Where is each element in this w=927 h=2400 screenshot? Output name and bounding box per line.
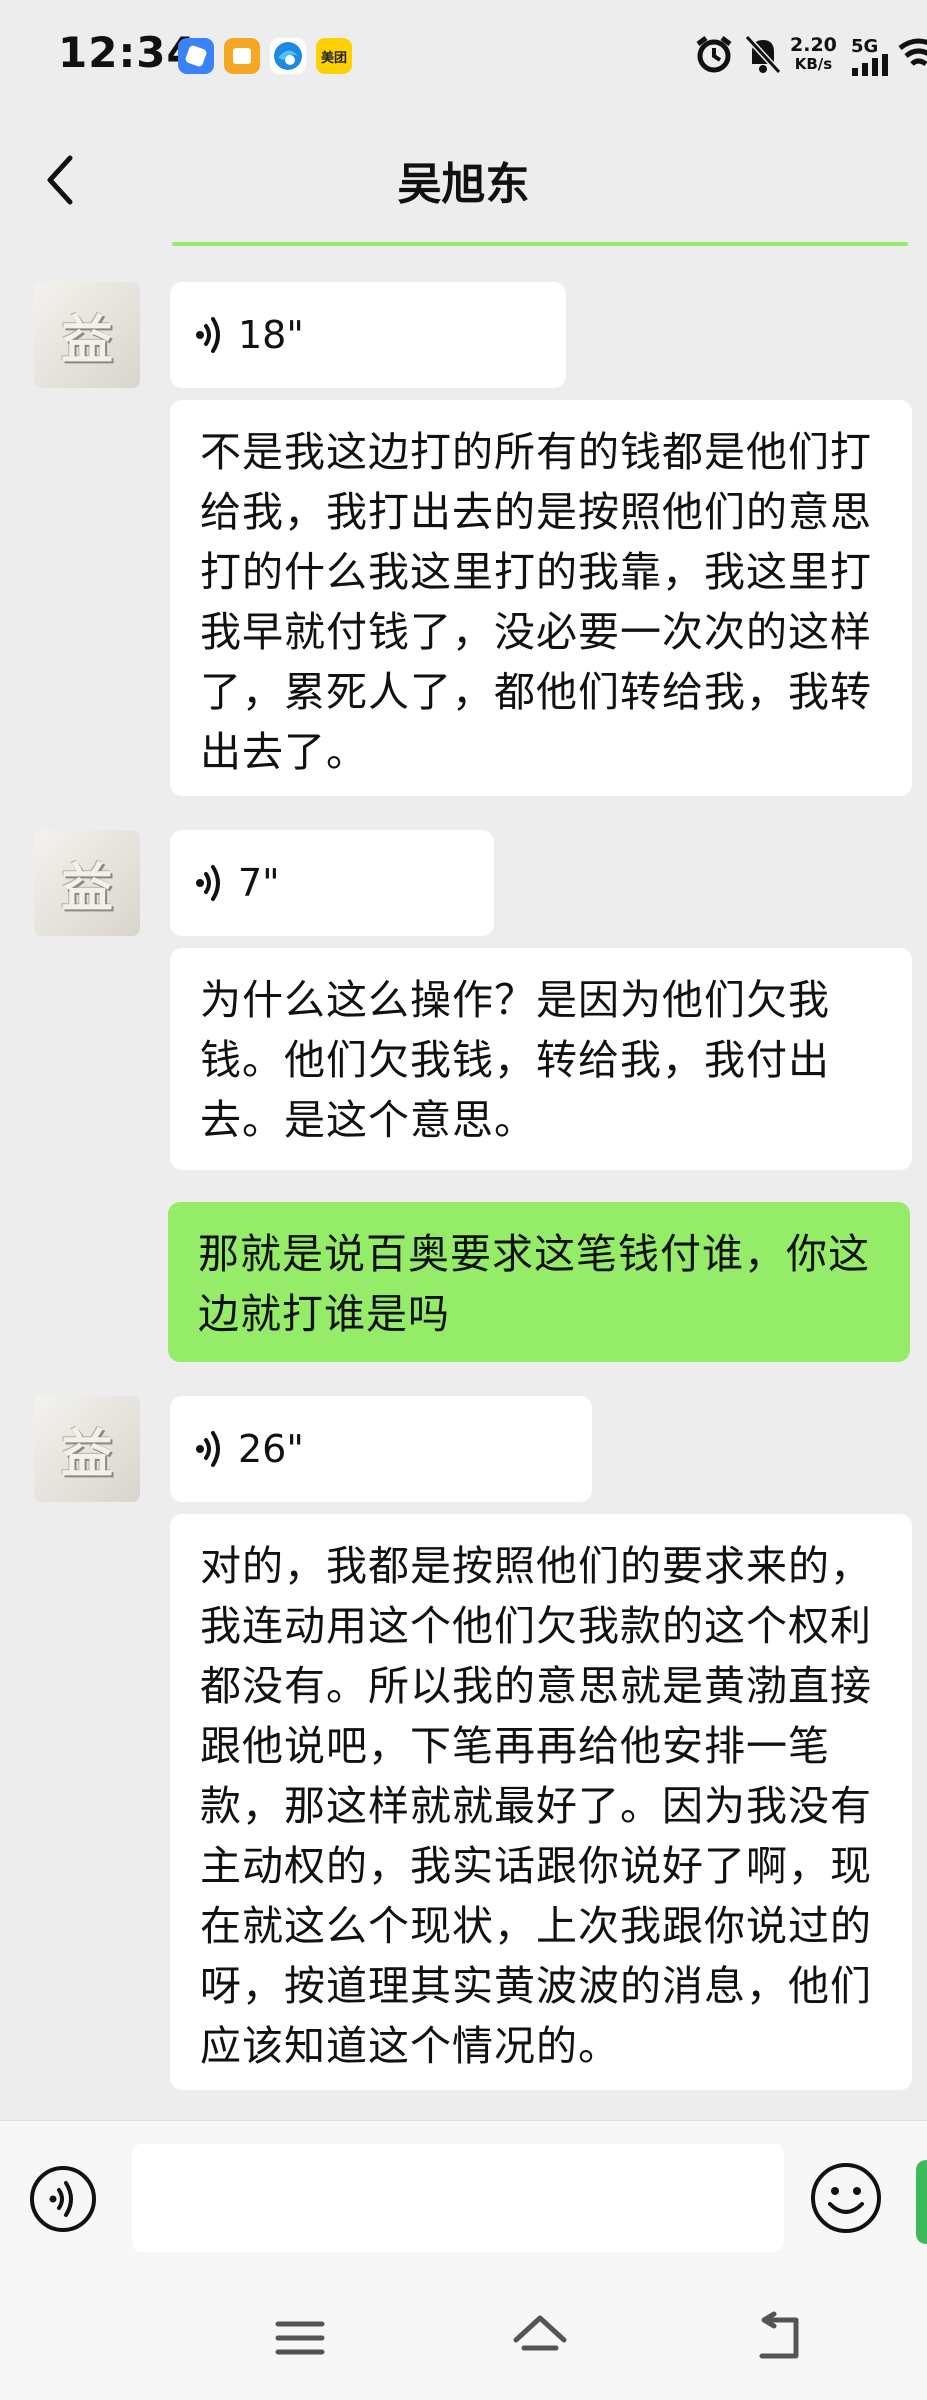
home-icon[interactable] bbox=[510, 2310, 570, 2366]
text-message[interactable]: 为什么这么操作？是因为他们欠我钱。他们欠我钱，转给我，我付出去。是这个意思。 bbox=[170, 948, 912, 1170]
voice-wave-icon bbox=[196, 1431, 220, 1467]
edge-browser-icon bbox=[270, 38, 306, 74]
green-divider bbox=[172, 242, 908, 246]
network-speed: 2.20 KB/s bbox=[790, 34, 837, 74]
mute-bell-icon bbox=[744, 34, 782, 75]
voice-duration: 26" bbox=[238, 1427, 304, 1471]
contact-avatar[interactable]: 益 bbox=[34, 1396, 140, 1502]
alarm-icon bbox=[696, 36, 732, 73]
emoji-icon[interactable] bbox=[808, 2160, 884, 2236]
text-message[interactable]: 对的，我都是按照他们的要求来的，我连动用这个他们欠我款的这个权利都没有。所以我的… bbox=[170, 1514, 912, 2090]
voice-wave-icon bbox=[196, 317, 220, 353]
voice-duration: 7" bbox=[238, 861, 280, 905]
my-text-message[interactable]: 那就是说百奥要求这笔钱付谁，你这边就打谁是吗 bbox=[168, 1202, 910, 1362]
voice-message[interactable]: 18" bbox=[170, 282, 566, 388]
voice-message[interactable]: 7" bbox=[170, 830, 494, 936]
meituan-app-icon: 美团 bbox=[316, 38, 352, 74]
chat-title: 吴旭东 bbox=[397, 159, 530, 210]
wifi-icon bbox=[898, 38, 927, 67]
back-nav-icon[interactable] bbox=[750, 2310, 810, 2366]
status-bar: 12:34 美团 2.20 KB/s 5G bbox=[0, 0, 927, 110]
contact-avatar[interactable]: 益 bbox=[34, 830, 140, 936]
voice-wave-icon bbox=[196, 865, 220, 901]
text-message[interactable]: 不是我这边打的所有的钱都是他们打给我，我打出去的是按照他们的意思打的什么我这里打… bbox=[170, 400, 912, 796]
contact-avatar[interactable]: 益 bbox=[34, 282, 140, 388]
menu-icon[interactable] bbox=[270, 2310, 330, 2366]
voice-input-icon[interactable] bbox=[28, 2164, 98, 2234]
signal-icon bbox=[852, 54, 888, 76]
voice-duration: 18" bbox=[238, 313, 304, 357]
status-time: 12:34 bbox=[58, 28, 197, 77]
orange-app-icon bbox=[224, 38, 260, 74]
send-button[interactable] bbox=[916, 2160, 927, 2244]
blue-app-icon bbox=[178, 38, 214, 74]
message-input[interactable] bbox=[132, 2144, 784, 2252]
voice-message[interactable]: 26" bbox=[170, 1396, 592, 1502]
